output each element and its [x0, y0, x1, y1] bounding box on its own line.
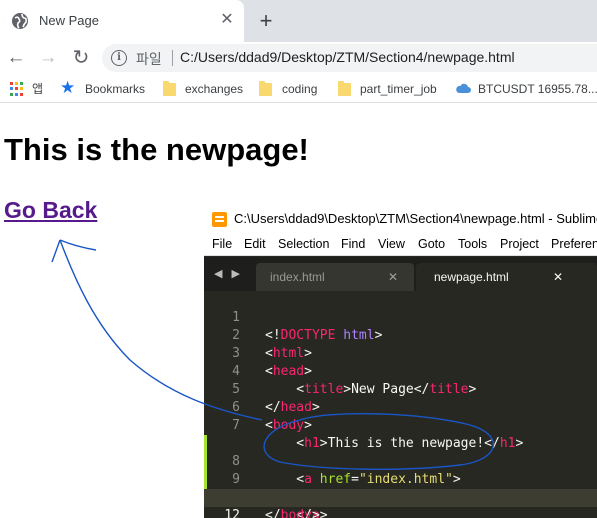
tab-label: index.html — [270, 270, 325, 284]
code-line: 2 <html> — [204, 309, 597, 361]
bookmark-btcusdt[interactable]: BTCUSDT 16955.78... — [478, 80, 597, 98]
code-line: 9 <h2>Go Back</h2> — [204, 435, 597, 505]
forward-arrow-icon[interactable]: → — [35, 45, 61, 71]
sublime-titlebar: C:\Users\ddad9\Desktop\ZTM\Section4\newp… — [204, 204, 597, 234]
tab-newpage-html[interactable]: newpage.html ✕ — [416, 263, 597, 291]
code-line: 11 </body> — [204, 471, 597, 518]
bookmark-coding[interactable]: coding — [282, 80, 317, 98]
sublime-logo-icon — [212, 212, 227, 227]
tab-close-icon[interactable]: ✕ — [218, 11, 236, 29]
star-icon: ★ — [60, 78, 76, 97]
menu-project[interactable]: Project — [500, 237, 539, 251]
folder-icon — [163, 81, 176, 96]
tab-strip: New Page ✕ + — [0, 0, 597, 42]
bookmark-apps[interactable]: 앱 — [32, 80, 43, 98]
sublime-window: C:\Users\ddad9\Desktop\ZTM\Section4\newp… — [204, 204, 597, 518]
menu-tools[interactable]: Tools — [458, 237, 487, 251]
code-editor[interactable]: 1 <!DOCTYPE html> 2 <html> 3 <head> 4 <t… — [204, 291, 597, 518]
code-line: 10 </a> — [204, 453, 597, 518]
code-line: 1 <!DOCTYPE html> — [204, 291, 597, 343]
bookmark-exchanges[interactable]: exchanges — [185, 80, 243, 98]
info-icon[interactable]: i — [111, 50, 127, 66]
bookmarks-bar: 앱 ★ Bookmarks exchanges coding part_time… — [0, 74, 597, 103]
sublime-menubar: File Edit Selection Find View Goto Tools… — [204, 234, 597, 256]
go-back-link[interactable]: Go Back — [4, 197, 97, 224]
menu-selection[interactable]: Selection — [278, 237, 329, 251]
menu-goto[interactable]: Goto — [418, 237, 445, 251]
tab-scroll-arrows-icon[interactable]: ◀ ▶ — [214, 267, 243, 280]
code-line: 7 <h1>This is the newpage!</h1> — [204, 399, 597, 451]
browser-toolbar: ← → ↻ i 파일 C:/Users/ddad9/Desktop/ZTM/Se… — [0, 42, 597, 74]
tab-title: New Page — [39, 13, 99, 28]
reload-icon[interactable]: ↻ — [68, 45, 94, 71]
menu-view[interactable]: View — [378, 237, 405, 251]
browser-tab[interactable]: New Page ✕ — [0, 0, 244, 42]
folder-icon — [338, 81, 351, 96]
menu-find[interactable]: Find — [341, 237, 365, 251]
code-line: 5 </head> — [204, 363, 597, 415]
scheme-label: 파일 — [136, 51, 162, 67]
new-tab-button[interactable]: + — [255, 9, 277, 33]
bookmark-bookmarks[interactable]: Bookmarks — [85, 80, 145, 98]
tab-label: newpage.html — [434, 270, 509, 284]
menu-edit[interactable]: Edit — [244, 237, 266, 251]
sublime-title: C:\Users\ddad9\Desktop\ZTM\Section4\newp… — [234, 211, 597, 226]
bookmark-part-timer-job[interactable]: part_timer_job — [360, 80, 437, 98]
code-line: 6 <body> — [204, 381, 597, 433]
page-heading: This is the newpage! — [4, 132, 309, 167]
address-bar[interactable]: i 파일 C:/Users/ddad9/Desktop/ZTM/Section4… — [102, 44, 597, 72]
sublime-tabbar: ◀ ▶ index.html ✕ newpage.html ✕ — [204, 257, 597, 291]
code-line: 8 <a href="index.html"> — [204, 417, 597, 487]
code-line: 4 <title>New Page</title> — [204, 345, 597, 397]
omnibox-divider — [172, 50, 173, 66]
code-line: 3 <head> — [204, 327, 597, 379]
menu-preferences[interactable]: Preferences — [551, 237, 597, 251]
cloud-icon — [456, 83, 471, 93]
code-text: </body> — [265, 508, 320, 518]
annotation-arrow-head — [51, 239, 97, 263]
close-icon[interactable]: ✕ — [388, 263, 398, 291]
close-icon[interactable]: ✕ — [553, 263, 563, 291]
apps-grid-icon[interactable] — [10, 82, 24, 96]
menu-file[interactable]: File — [212, 237, 232, 251]
back-arrow-icon[interactable]: ← — [3, 45, 29, 71]
globe-icon — [12, 13, 28, 29]
tab-index-html[interactable]: index.html ✕ — [256, 263, 414, 291]
code-line-active: 12 </html> — [204, 489, 597, 518]
line-number: 12 — [224, 508, 240, 518]
folder-icon — [259, 81, 272, 96]
url-text[interactable]: C:/Users/ddad9/Desktop/ZTM/Section4/newp… — [180, 49, 515, 65]
